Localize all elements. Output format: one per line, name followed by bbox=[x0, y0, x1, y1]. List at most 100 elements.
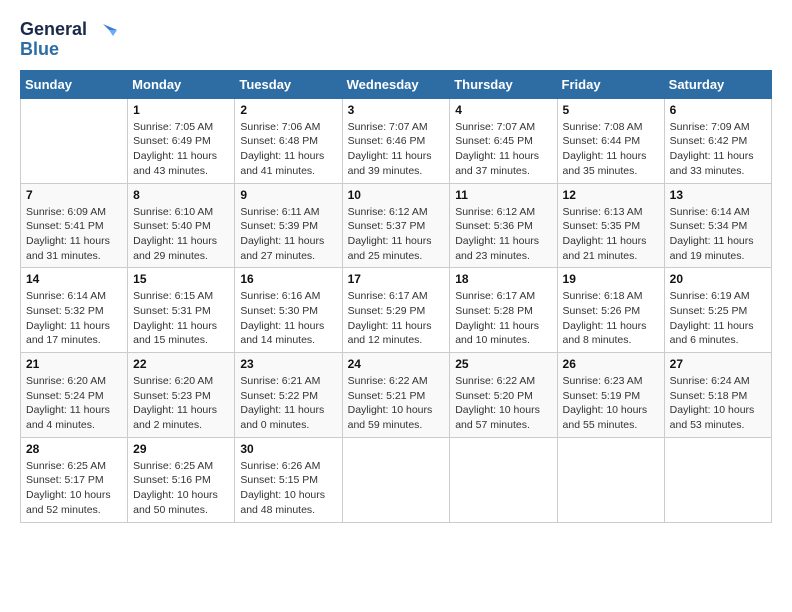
day-info: Sunrise: 6:22 AMSunset: 5:21 PMDaylight:… bbox=[348, 374, 445, 433]
day-info: Sunrise: 7:07 AMSunset: 6:45 PMDaylight:… bbox=[455, 120, 551, 179]
calendar-cell: 24 Sunrise: 6:22 AMSunset: 5:21 PMDayligh… bbox=[342, 353, 450, 438]
day-number: 10 bbox=[348, 188, 445, 202]
day-info: Sunrise: 6:17 AMSunset: 5:29 PMDaylight:… bbox=[348, 289, 445, 348]
day-number: 11 bbox=[455, 188, 551, 202]
calendar-cell: 6 Sunrise: 7:09 AMSunset: 6:42 PMDaylight… bbox=[664, 98, 771, 183]
day-info: Sunrise: 6:09 AMSunset: 5:41 PMDaylight:… bbox=[26, 205, 122, 264]
calendar-cell bbox=[342, 437, 450, 522]
day-number: 6 bbox=[670, 103, 766, 117]
day-info: Sunrise: 6:12 AMSunset: 5:36 PMDaylight:… bbox=[455, 205, 551, 264]
day-number: 26 bbox=[563, 357, 659, 371]
day-info: Sunrise: 6:14 AMSunset: 5:32 PMDaylight:… bbox=[26, 289, 122, 348]
calendar-cell: 1 Sunrise: 7:05 AMSunset: 6:49 PMDaylight… bbox=[128, 98, 235, 183]
calendar-cell: 13 Sunrise: 6:14 AMSunset: 5:34 PMDayligh… bbox=[664, 183, 771, 268]
day-info: Sunrise: 7:09 AMSunset: 6:42 PMDaylight:… bbox=[670, 120, 766, 179]
calendar-cell: 20 Sunrise: 6:19 AMSunset: 5:25 PMDayligh… bbox=[664, 268, 771, 353]
calendar-cell: 18 Sunrise: 6:17 AMSunset: 5:28 PMDayligh… bbox=[450, 268, 557, 353]
calendar-week-4: 28Sunrise: 6:25 AMSunset: 5:17 PMDayligh… bbox=[21, 437, 772, 522]
calendar-cell: 7 Sunrise: 6:09 AMSunset: 5:41 PMDaylight… bbox=[21, 183, 128, 268]
day-number: 22 bbox=[133, 357, 229, 371]
day-number: 13 bbox=[670, 188, 766, 202]
day-info: Sunrise: 7:05 AMSunset: 6:49 PMDaylight:… bbox=[133, 120, 229, 179]
day-number: 21 bbox=[26, 357, 122, 371]
calendar-cell: 29 Sunrise: 6:25 AMSunset: 5:16 PMDayligh… bbox=[128, 437, 235, 522]
calendar-body: 1 Sunrise: 7:05 AMSunset: 6:49 PMDaylight… bbox=[21, 98, 772, 522]
day-number: 7 bbox=[26, 188, 122, 202]
day-info: Sunrise: 6:20 AMSunset: 5:24 PMDaylight:… bbox=[26, 374, 122, 433]
calendar-cell: 14 Sunrise: 6:14 AMSunset: 5:32 PMDayligh… bbox=[21, 268, 128, 353]
calendar-cell: 28Sunrise: 6:25 AMSunset: 5:17 PMDayligh… bbox=[21, 437, 128, 522]
calendar-cell: 19 Sunrise: 6:18 AMSunset: 5:26 PMDayligh… bbox=[557, 268, 664, 353]
day-info: Sunrise: 6:24 AMSunset: 5:18 PMDaylight:… bbox=[670, 374, 766, 433]
day-info: Sunrise: 6:22 AMSunset: 5:20 PMDaylight:… bbox=[455, 374, 551, 433]
header-day-wednesday: Wednesday bbox=[342, 70, 450, 98]
logo-general: General bbox=[20, 20, 87, 40]
calendar-cell: 30 Sunrise: 6:26 AMSunset: 5:15 PMDayligh… bbox=[235, 437, 342, 522]
header-day-tuesday: Tuesday bbox=[235, 70, 342, 98]
day-number: 9 bbox=[240, 188, 336, 202]
day-number: 1 bbox=[133, 103, 229, 117]
calendar-cell bbox=[664, 437, 771, 522]
day-info: Sunrise: 6:13 AMSunset: 5:35 PMDaylight:… bbox=[563, 205, 659, 264]
day-number: 27 bbox=[670, 357, 766, 371]
header: General Blue bbox=[20, 20, 772, 60]
calendar-cell: 21 Sunrise: 6:20 AMSunset: 5:24 PMDayligh… bbox=[21, 353, 128, 438]
day-number: 15 bbox=[133, 272, 229, 286]
calendar-cell bbox=[557, 437, 664, 522]
logo: General Blue bbox=[20, 20, 117, 60]
calendar-week-1: 7 Sunrise: 6:09 AMSunset: 5:41 PMDaylight… bbox=[21, 183, 772, 268]
calendar-cell bbox=[21, 98, 128, 183]
header-row: SundayMondayTuesdayWednesdayThursdayFrid… bbox=[21, 70, 772, 98]
day-number: 23 bbox=[240, 357, 336, 371]
day-info: Sunrise: 6:26 AMSunset: 5:15 PMDaylight:… bbox=[240, 459, 336, 518]
day-number: 24 bbox=[348, 357, 445, 371]
calendar-table: SundayMondayTuesdayWednesdayThursdayFrid… bbox=[20, 70, 772, 523]
header-day-saturday: Saturday bbox=[664, 70, 771, 98]
calendar-cell: 17Sunrise: 6:17 AMSunset: 5:29 PMDayligh… bbox=[342, 268, 450, 353]
day-info: Sunrise: 7:07 AMSunset: 6:46 PMDaylight:… bbox=[348, 120, 445, 179]
day-info: Sunrise: 6:11 AMSunset: 5:39 PMDaylight:… bbox=[240, 205, 336, 264]
header-day-monday: Monday bbox=[128, 70, 235, 98]
day-info: Sunrise: 6:14 AMSunset: 5:34 PMDaylight:… bbox=[670, 205, 766, 264]
day-number: 16 bbox=[240, 272, 336, 286]
day-number: 30 bbox=[240, 442, 336, 456]
day-number: 5 bbox=[563, 103, 659, 117]
calendar-week-3: 21 Sunrise: 6:20 AMSunset: 5:24 PMDayligh… bbox=[21, 353, 772, 438]
day-number: 8 bbox=[133, 188, 229, 202]
day-number: 3 bbox=[348, 103, 445, 117]
day-number: 20 bbox=[670, 272, 766, 286]
day-number: 18 bbox=[455, 272, 551, 286]
header-day-sunday: Sunday bbox=[21, 70, 128, 98]
calendar-cell: 26Sunrise: 6:23 AMSunset: 5:19 PMDayligh… bbox=[557, 353, 664, 438]
day-info: Sunrise: 6:25 AMSunset: 5:16 PMDaylight:… bbox=[133, 459, 229, 518]
day-number: 4 bbox=[455, 103, 551, 117]
calendar-cell: 9 Sunrise: 6:11 AMSunset: 5:39 PMDaylight… bbox=[235, 183, 342, 268]
day-number: 19 bbox=[563, 272, 659, 286]
calendar-cell: 15Sunrise: 6:15 AMSunset: 5:31 PMDayligh… bbox=[128, 268, 235, 353]
day-info: Sunrise: 7:08 AMSunset: 6:44 PMDaylight:… bbox=[563, 120, 659, 179]
calendar-cell: 3 Sunrise: 7:07 AMSunset: 6:46 PMDaylight… bbox=[342, 98, 450, 183]
calendar-cell: 16 Sunrise: 6:16 AMSunset: 5:30 PMDayligh… bbox=[235, 268, 342, 353]
day-number: 14 bbox=[26, 272, 122, 286]
day-info: Sunrise: 6:17 AMSunset: 5:28 PMDaylight:… bbox=[455, 289, 551, 348]
calendar-cell: 8Sunrise: 6:10 AMSunset: 5:40 PMDaylight… bbox=[128, 183, 235, 268]
day-number: 25 bbox=[455, 357, 551, 371]
day-info: Sunrise: 6:19 AMSunset: 5:25 PMDaylight:… bbox=[670, 289, 766, 348]
day-info: Sunrise: 6:16 AMSunset: 5:30 PMDaylight:… bbox=[240, 289, 336, 348]
calendar-cell: 23Sunrise: 6:21 AMSunset: 5:22 PMDayligh… bbox=[235, 353, 342, 438]
calendar-week-2: 14 Sunrise: 6:14 AMSunset: 5:32 PMDayligh… bbox=[21, 268, 772, 353]
calendar-cell: 4 Sunrise: 7:07 AMSunset: 6:45 PMDaylight… bbox=[450, 98, 557, 183]
header-day-thursday: Thursday bbox=[450, 70, 557, 98]
day-info: Sunrise: 6:18 AMSunset: 5:26 PMDaylight:… bbox=[563, 289, 659, 348]
day-info: Sunrise: 6:12 AMSunset: 5:37 PMDaylight:… bbox=[348, 205, 445, 264]
day-number: 12 bbox=[563, 188, 659, 202]
day-info: Sunrise: 6:20 AMSunset: 5:23 PMDaylight:… bbox=[133, 374, 229, 433]
calendar-cell: 11 Sunrise: 6:12 AMSunset: 5:36 PMDayligh… bbox=[450, 183, 557, 268]
calendar-week-0: 1 Sunrise: 7:05 AMSunset: 6:49 PMDaylight… bbox=[21, 98, 772, 183]
calendar-cell: 12 Sunrise: 6:13 AMSunset: 5:35 PMDayligh… bbox=[557, 183, 664, 268]
calendar-header: SundayMondayTuesdayWednesdayThursdayFrid… bbox=[21, 70, 772, 98]
calendar-cell bbox=[450, 437, 557, 522]
day-number: 29 bbox=[133, 442, 229, 456]
calendar-cell: 2Sunrise: 7:06 AMSunset: 6:48 PMDaylight… bbox=[235, 98, 342, 183]
calendar-cell: 22 Sunrise: 6:20 AMSunset: 5:23 PMDayligh… bbox=[128, 353, 235, 438]
